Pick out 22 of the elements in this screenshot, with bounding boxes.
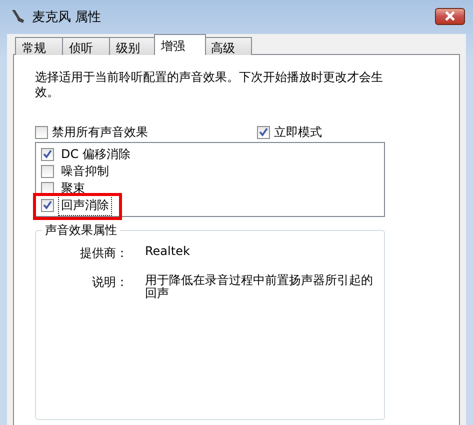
- group-title: 声音效果属性: [42, 222, 120, 239]
- close-button[interactable]: [435, 8, 465, 24]
- tab[interactable]: 高级: [204, 37, 252, 55]
- tab[interactable]: 常规: [15, 37, 63, 55]
- effect-label[interactable]: 回声消除: [58, 195, 112, 216]
- checkbox[interactable]: [257, 126, 270, 138]
- description-text: 选择适用于当前聆听配置的声音效果。下次开始播放时更改才会生效。: [35, 70, 384, 100]
- tab[interactable]: 增强: [154, 34, 206, 55]
- property-value: 用于降低在录音过程中前置扬声器所引起的回声: [145, 274, 374, 300]
- checkbox[interactable]: [41, 199, 54, 212]
- checkbox-option[interactable]: 禁用所有声音效果: [35, 124, 257, 140]
- window-title: 麦克风 属性: [32, 9, 102, 26]
- checkbox[interactable]: [41, 148, 54, 161]
- tab[interactable]: 侦听: [62, 37, 110, 55]
- tab[interactable]: 级别: [109, 37, 157, 55]
- checkbox-option[interactable]: 立即模式: [257, 124, 322, 140]
- property-label: 说明：: [91, 274, 128, 291]
- property-value: Realtek: [145, 245, 191, 260]
- close-icon: [444, 11, 456, 21]
- checkbox[interactable]: [41, 165, 54, 178]
- property-label: 提供商：: [79, 245, 128, 262]
- checkbox[interactable]: [35, 126, 48, 138]
